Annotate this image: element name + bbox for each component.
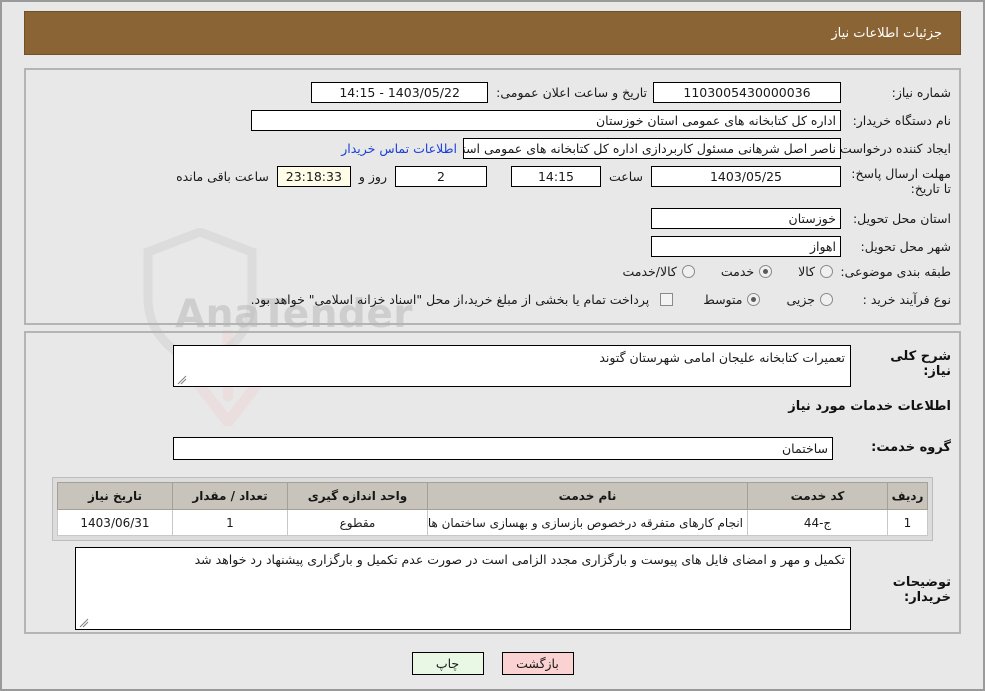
services-table-container: ردیف کد خدمت نام خدمت واحد اندازه گیری ت… (52, 477, 933, 541)
delivery-province-label: استان محل تحویل: (852, 211, 951, 226)
category-radio-goods[interactable] (820, 265, 833, 278)
service-group-value: ساختمان (173, 437, 833, 460)
category-option-service-label: خدمت (720, 264, 755, 279)
col-need-date: تاریخ نیاز (57, 482, 173, 510)
need-details-panel: شرح کلی نیاز: تعمیرات کتابخانه علیجان ام… (24, 331, 961, 634)
category-label: طبقه بندی موضوعی: (840, 264, 951, 279)
buyer-org-row: نام دستگاه خریدار: اداره کل کتابخانه های… (251, 110, 951, 131)
purchase-type-option-minor[interactable]: جزیی (786, 292, 833, 307)
requester-value: ناصر اصل شرهانی مسئول کاربردازی اداره کل… (463, 138, 841, 159)
category-option-goods-service[interactable]: کالا/خدمت (622, 264, 695, 279)
col-row-no: ردیف (887, 482, 928, 510)
cell-quantity: 1 (172, 509, 288, 536)
general-description-textarea[interactable]: تعمیرات کتابخانه علیجان امامی شهرستان گت… (173, 345, 851, 387)
resize-grip-icon[interactable] (177, 375, 187, 385)
category-option-goods-label: کالا (798, 264, 815, 279)
buyer-org-value: اداره کل کتابخانه های عمومی استان خوزستا… (251, 110, 841, 131)
print-button[interactable]: چاپ (411, 651, 484, 675)
treasury-bond-option[interactable]: پرداخت تمام یا بخشی از مبلغ خرید،از محل … (251, 292, 674, 307)
delivery-province-row: استان محل تحویل: خوزستان (651, 208, 951, 229)
services-table: ردیف کد خدمت نام خدمت واحد اندازه گیری ت… (57, 482, 928, 536)
deadline-time-value: 14:15 (510, 166, 601, 187)
category-option-service[interactable]: خدمت (720, 264, 773, 279)
deadline-countdown-value: 23:18:33 (276, 166, 351, 187)
page-frame: جزئیات اطلاعات نیاز شماره نیاز: 11030054… (0, 0, 985, 691)
category-row: طبقه بندی موضوعی: کالا خدمت کالا/خدمت (622, 264, 951, 279)
deadline-date-value: 1403/05/25 (651, 166, 841, 187)
category-option-goods-service-label: کالا/خدمت (622, 264, 677, 279)
deadline-time-label: ساعت (608, 169, 643, 184)
treasury-bond-checkbox[interactable] (660, 293, 674, 306)
need-number-row: شماره نیاز: 1103005430000036 (653, 82, 951, 103)
buyer-notes-value: تکمیل و مهر و امضای فایل های پیوست و بار… (194, 552, 845, 567)
purchase-type-radio-minor[interactable] (820, 293, 833, 306)
deadline-countdown-label: ساعت باقی مانده (176, 169, 269, 184)
deadline-row: مهلت ارسال پاسخ: تا تاریخ: 1403/05/25 سا… (176, 166, 951, 196)
col-unit: واحد اندازه گیری (287, 482, 428, 510)
need-number-label: شماره نیاز: (891, 85, 951, 100)
announce-datetime-value: 1403/05/22 - 14:15 (311, 82, 489, 103)
cell-service-code: ج-44 (747, 509, 888, 536)
delivery-city-row: شهر محل تحویل: اهواز (651, 236, 951, 257)
requester-label: ایجاد کننده درخواست: (835, 141, 951, 156)
table-row: 1 ج-44 انجام کارهای متفرقه درخصوص بازساز… (57, 509, 928, 536)
need-summary-panel: شماره نیاز: 1103005430000036 تاریخ و ساع… (24, 68, 961, 325)
footer-actions: بازگشت چاپ (2, 647, 983, 679)
announce-datetime-row: تاریخ و ساعت اعلان عمومی: 1403/05/22 - 1… (311, 82, 647, 103)
resize-grip-icon[interactable] (79, 618, 89, 628)
purchase-type-option-medium-label: متوسط (703, 292, 743, 307)
col-service-name: نام خدمت (427, 482, 748, 510)
announce-datetime-label: تاریخ و ساعت اعلان عمومی: (496, 85, 647, 100)
general-description-value: تعمیرات کتابخانه علیجان امامی شهرستان گت… (599, 350, 845, 365)
deadline-label: مهلت ارسال پاسخ: تا تاریخ: (851, 166, 951, 196)
purchase-type-row: نوع فرآیند خرید : جزیی متوسط پرداخت تمام… (251, 292, 951, 307)
category-radio-goods-service[interactable] (681, 265, 695, 278)
purchase-type-option-minor-label: جزیی (786, 292, 815, 307)
delivery-province-value: خوزستان (651, 208, 841, 229)
back-button[interactable]: بازگشت (501, 651, 574, 675)
category-option-goods[interactable]: کالا (798, 264, 833, 279)
buyer-contact-link[interactable]: اطلاعات تماس خریدار (341, 141, 457, 156)
category-radio-service[interactable] (759, 265, 773, 278)
cell-need-date: 1403/06/31 (57, 509, 173, 536)
service-group-label: گروه خدمت: (871, 440, 951, 455)
col-quantity: تعداد / مقدار (172, 482, 288, 510)
buyer-notes-textarea[interactable]: تکمیل و مهر و امضای فایل های پیوست و بار… (75, 547, 851, 630)
cell-service-name: انجام کارهای متفرقه درخصوص بازسازی و بهس… (427, 509, 748, 536)
services-section-title: اطلاعات خدمات مورد نیاز (788, 399, 951, 414)
col-service-code: کد خدمت (747, 482, 888, 510)
requester-row: ایجاد کننده درخواست: ناصر اصل شرهانی مسئ… (341, 138, 951, 159)
buyer-org-label: نام دستگاه خریدار: (852, 113, 951, 128)
buyer-notes-label: توضیحات خریدار: (892, 575, 951, 605)
cell-row-no: 1 (887, 509, 928, 536)
purchase-type-option-medium[interactable]: متوسط (703, 292, 761, 307)
purchase-type-radio-medium[interactable] (747, 293, 761, 306)
need-number-value: 1103005430000036 (653, 82, 841, 103)
table-header-row: ردیف کد خدمت نام خدمت واحد اندازه گیری ت… (57, 482, 928, 510)
delivery-city-value: اهواز (651, 236, 841, 257)
treasury-bond-label: پرداخت تمام یا بخشی از مبلغ خرید،از محل … (250, 292, 650, 307)
delivery-city-label: شهر محل تحویل: (860, 239, 951, 254)
general-description-label: شرح کلی نیاز: (890, 349, 951, 379)
page-title: جزئیات اطلاعات نیاز (831, 25, 942, 41)
page-header: جزئیات اطلاعات نیاز (24, 11, 961, 55)
purchase-type-label: نوع فرآیند خرید : (862, 292, 951, 307)
deadline-days-label: روز و (358, 169, 387, 184)
deadline-days-value: 2 (394, 166, 487, 187)
cell-unit: مقطوع (287, 509, 428, 536)
